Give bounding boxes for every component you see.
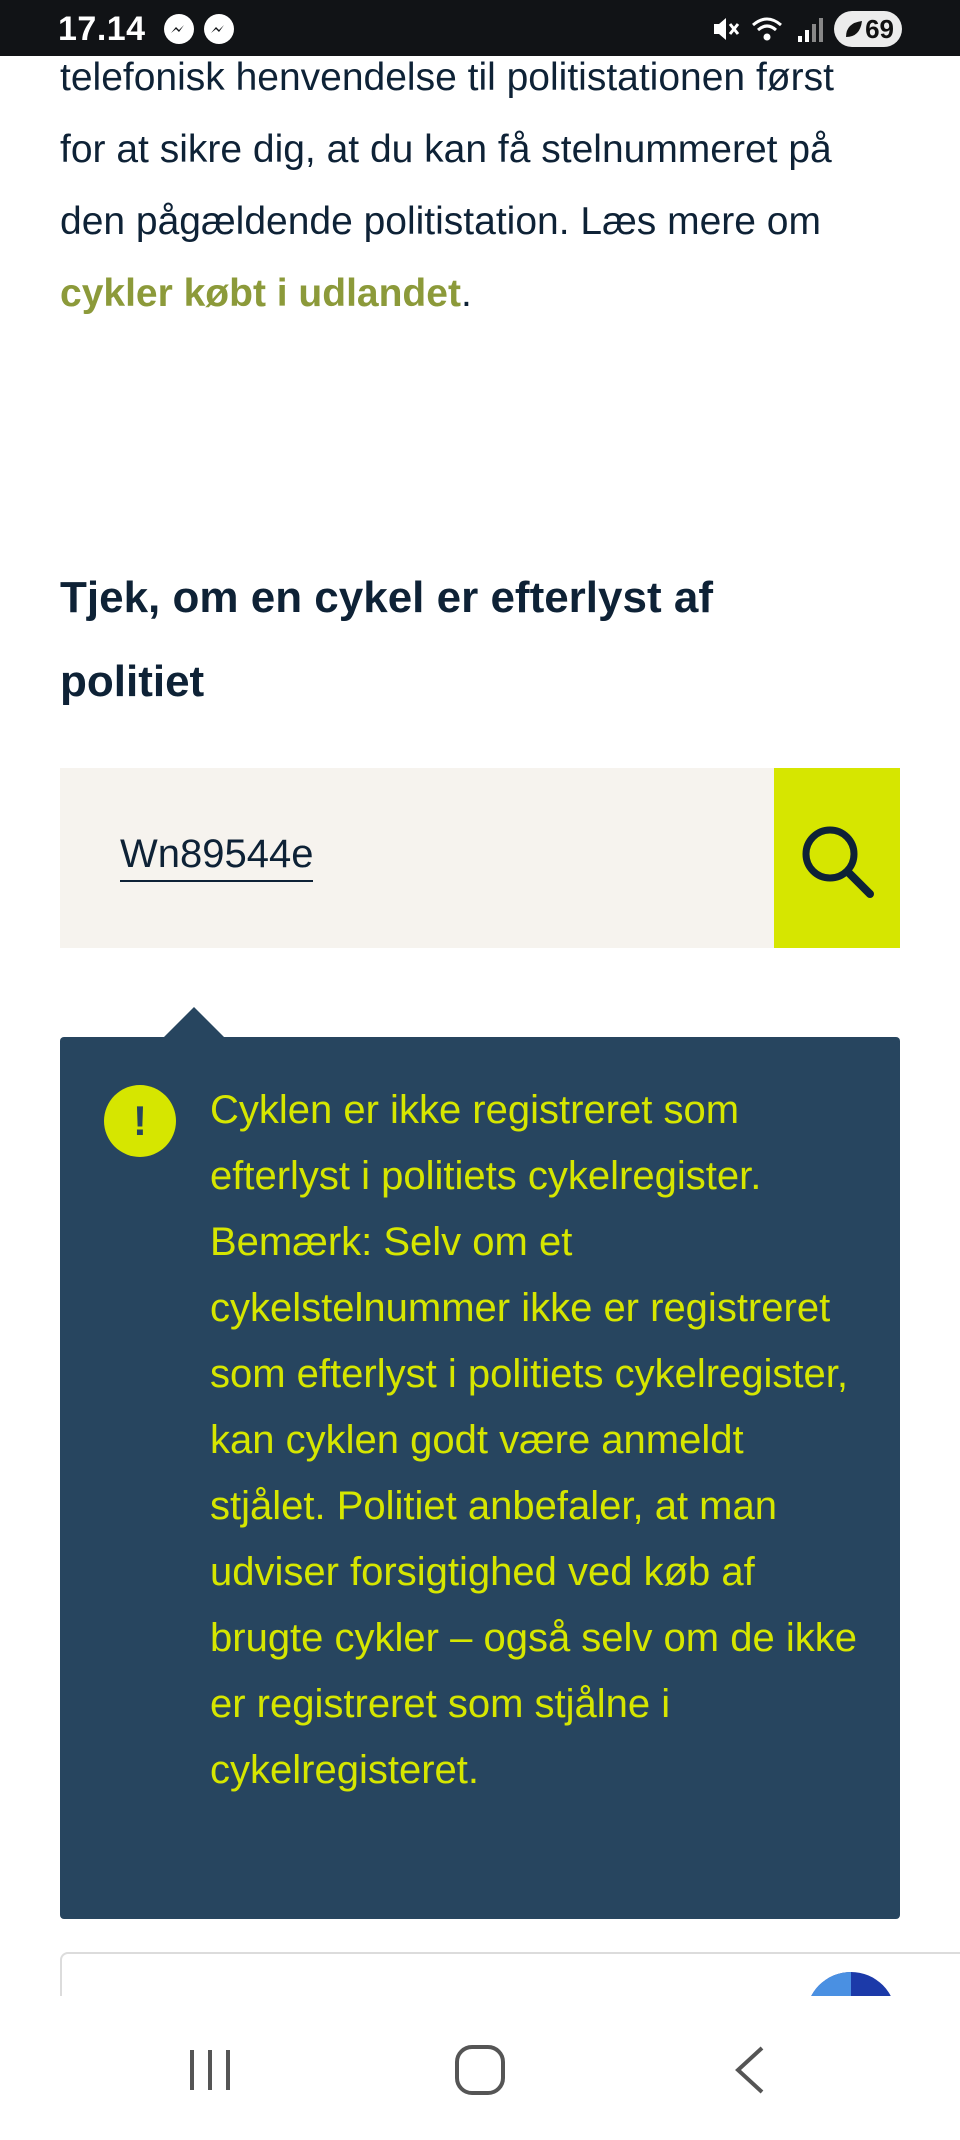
alert-box: ! Cyklen er ikke registreret som efterly… [60,1037,900,1919]
mute-icon [708,12,742,46]
paragraph-text: telefonisk henvendelse til politistation… [60,56,834,243]
signal-icon [792,12,826,46]
link-cykler-koebt-i-udlandet[interactable]: cykler købt i udlandet [60,272,461,315]
back-icon[interactable] [720,2040,780,2100]
search-button[interactable] [774,768,900,948]
wifi-icon [750,12,784,46]
search-input-value[interactable]: Wn89544e [120,828,314,882]
recent-apps-icon[interactable] [180,2040,240,2100]
section-heading: Tjek, om en cykel er efterlyst af politi… [60,573,713,706]
exclamation-icon: ! [104,1085,176,1157]
search-input[interactable]: Wn89544e [60,768,774,948]
paragraph-end: . [460,272,472,315]
alert-message: Cyklen er ikke registreret som efterlyst… [210,1088,857,1792]
messenger-icon [164,14,194,44]
search-icon [802,826,874,898]
battery-level: 69 [865,14,894,44]
navigation-bar [0,1996,960,2140]
battery-indicator: 69 [834,11,902,47]
alert-pointer [164,1007,224,1037]
article-paragraph: telefonisk henvendelse til politistation… [60,42,840,330]
messenger-icon [204,14,234,44]
home-icon[interactable] [450,2040,510,2100]
